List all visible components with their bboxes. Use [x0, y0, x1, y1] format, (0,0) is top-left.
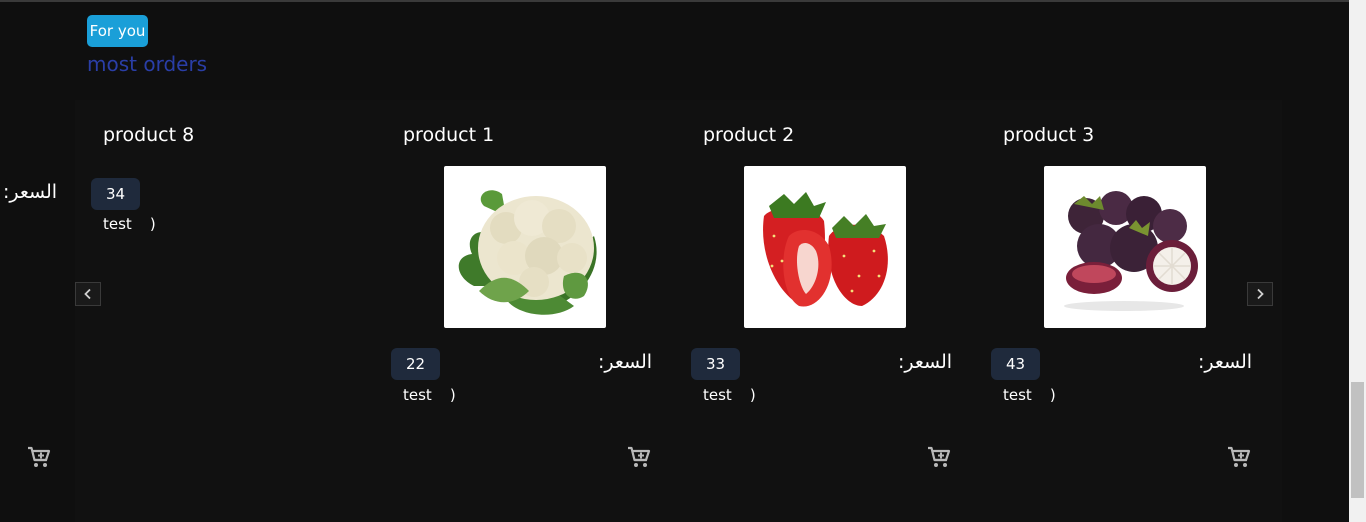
description-text: test: [703, 386, 732, 404]
description-paren: ): [749, 386, 756, 404]
chevron-right-icon: [1257, 288, 1264, 300]
section-title: most orders: [87, 52, 208, 76]
price-label: السعر:: [898, 351, 953, 373]
add-to-cart-button[interactable]: [1227, 446, 1251, 468]
product-title[interactable]: product 3: [1003, 124, 1094, 146]
carousel-prev-button[interactable]: [75, 282, 101, 306]
product-image[interactable]: [1044, 166, 1206, 328]
price-badge: 33: [691, 348, 740, 380]
cart-plus-icon: [28, 446, 51, 467]
description-text: test: [403, 386, 432, 404]
product-description: test): [103, 215, 156, 233]
for-you-badge[interactable]: For you: [87, 15, 148, 47]
description-text: test: [103, 215, 132, 233]
product-card[interactable]: product 3 السعر: 43 test): [991, 100, 1300, 520]
product-description: test): [703, 386, 756, 404]
mangosteen-image: [1064, 191, 1198, 311]
scrollbar-thumb[interactable]: [1351, 382, 1364, 498]
description-text: test: [1003, 386, 1032, 404]
cart-plus-icon: [928, 446, 951, 467]
chevron-left-icon: [84, 288, 91, 300]
price-label: السعر:: [1198, 351, 1253, 373]
add-to-cart-button[interactable]: [927, 446, 951, 468]
strawberries-image: [763, 192, 888, 307]
price-badge: 43: [991, 348, 1040, 380]
price-label: السعر:: [598, 351, 653, 373]
description-paren: ): [1049, 386, 1056, 404]
product-description: test): [403, 386, 456, 404]
product-title[interactable]: product 8: [103, 124, 194, 146]
price-badge: 34: [91, 178, 140, 210]
description-paren: ): [149, 215, 156, 233]
product-title[interactable]: product 1: [403, 124, 494, 146]
cauliflower-image: [458, 190, 597, 315]
product-image[interactable]: [444, 166, 606, 328]
product-image[interactable]: [744, 166, 906, 328]
product-card[interactable]: product 8 السعر: 34 test): [3, 100, 400, 520]
product-card[interactable]: product 2 السعر: 33 test): [691, 100, 1000, 520]
carousel-next-button[interactable]: [1247, 282, 1273, 306]
cart-plus-icon: [628, 446, 651, 467]
product-title[interactable]: product 2: [703, 124, 794, 146]
cart-plus-icon: [1228, 446, 1251, 467]
add-to-cart-button[interactable]: [27, 446, 51, 468]
window-top-border: [0, 0, 1366, 2]
price-label: السعر:: [3, 181, 58, 203]
add-to-cart-button[interactable]: [627, 446, 651, 468]
product-description: test): [1003, 386, 1056, 404]
description-paren: ): [449, 386, 456, 404]
price-badge: 22: [391, 348, 440, 380]
product-card[interactable]: product 1 السعر: 22 test): [391, 100, 700, 520]
